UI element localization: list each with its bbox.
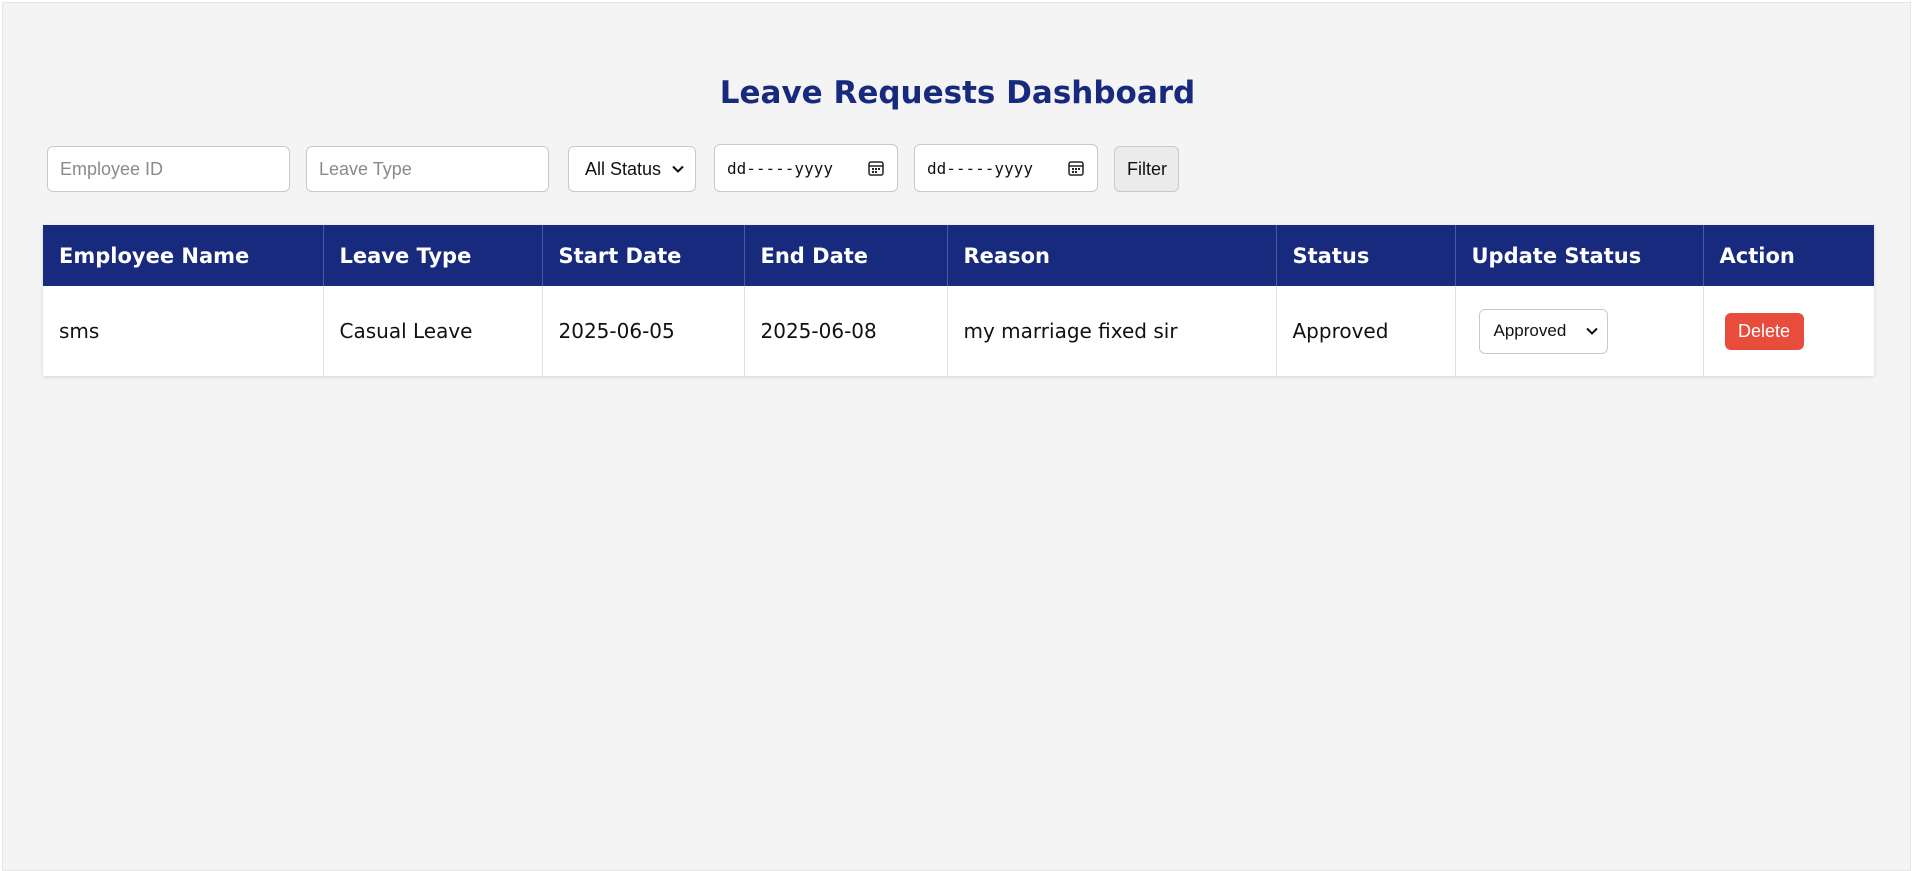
- chevron-down-icon: [671, 162, 685, 176]
- dashboard-page: Leave Requests Dashboard All Status dd--…: [2, 2, 1911, 871]
- cell-end-date: 2025-06-08: [744, 286, 948, 376]
- update-status-value: Approved: [1493, 321, 1567, 340]
- end-date-placeholder: dd-----yyyy: [927, 158, 1033, 178]
- leave-requests-table: Employee Name Leave Type Start Date End …: [43, 225, 1874, 376]
- header-reason: Reason: [947, 225, 1277, 286]
- page-title: Leave Requests Dashboard: [719, 75, 1196, 111]
- employee-id-input[interactable]: [47, 146, 290, 192]
- header-update-status: Update Status: [1455, 225, 1704, 286]
- filter-button[interactable]: Filter: [1114, 146, 1179, 192]
- header-employee-name: Employee Name: [43, 225, 324, 286]
- calendar-icon[interactable]: [1067, 159, 1085, 177]
- cell-reason: my marriage fixed sir: [947, 286, 1277, 376]
- header-end-date: End Date: [744, 225, 948, 286]
- cell-employee-name: sms: [43, 286, 324, 376]
- header-status: Status: [1276, 225, 1456, 286]
- cell-update-status: Approved: [1455, 286, 1704, 376]
- cell-start-date: 2025-06-05: [542, 286, 745, 376]
- calendar-icon[interactable]: [867, 159, 885, 177]
- start-date-placeholder: dd-----yyyy: [727, 158, 833, 178]
- cell-leave-type: Casual Leave: [323, 286, 543, 376]
- update-status-select[interactable]: Approved: [1478, 308, 1608, 354]
- table-header-row: Employee Name Leave Type Start Date End …: [43, 225, 1874, 286]
- status-select-value: All Status: [585, 158, 662, 179]
- table-row: sms Casual Leave 2025-06-05 2025-06-08 m…: [43, 286, 1874, 376]
- header-start-date: Start Date: [542, 225, 745, 286]
- leave-type-input[interactable]: [306, 146, 549, 192]
- header-action: Action: [1703, 225, 1874, 286]
- cell-action: Delete: [1703, 286, 1874, 376]
- header-leave-type: Leave Type: [323, 225, 543, 286]
- status-select[interactable]: All Status: [568, 146, 696, 192]
- delete-button[interactable]: Delete: [1724, 312, 1804, 350]
- start-date-input[interactable]: dd-----yyyy: [714, 144, 898, 192]
- end-date-input[interactable]: dd-----yyyy: [914, 144, 1098, 192]
- cell-status: Approved: [1276, 286, 1456, 376]
- chevron-down-icon: [1585, 324, 1599, 338]
